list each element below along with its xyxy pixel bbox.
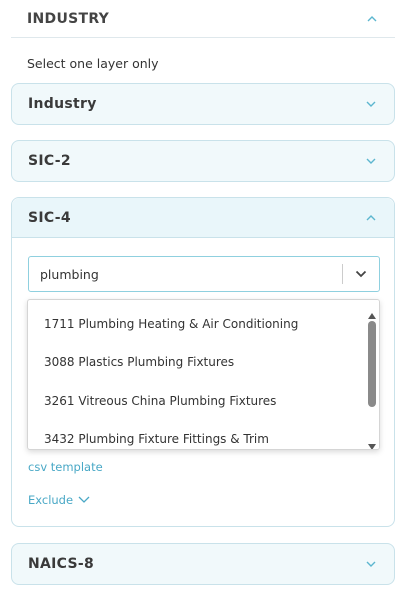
- accordion-industry[interactable]: Industry: [11, 83, 395, 125]
- dropdown-option[interactable]: 1711 Plumbing Heating & Air Conditioning: [28, 305, 366, 343]
- dropdown-option[interactable]: 3088 Plastics Plumbing Fixtures: [28, 343, 366, 381]
- scroll-up-icon[interactable]: [368, 305, 376, 319]
- chevron-down-icon: [364, 557, 378, 571]
- scrollbar-thumb[interactable]: [368, 321, 376, 407]
- accordion-naics8[interactable]: NAICS-8: [11, 543, 395, 585]
- exclude-label: Exclude: [28, 493, 74, 507]
- accordion-title: SIC-2: [28, 153, 71, 169]
- accordion-industry-header[interactable]: Industry: [12, 84, 394, 124]
- accordion-sic2[interactable]: SIC-2: [11, 140, 395, 182]
- accordion-title: Industry: [28, 96, 97, 112]
- dropdown-option[interactable]: 3261 Vitreous China Plumbing Fixtures: [28, 382, 366, 420]
- chevron-down-icon: [364, 97, 378, 111]
- accordion-sic4: SIC-4 csv template Exclude 1711 Plumbing…: [11, 197, 395, 527]
- layer-hint: Select one layer only: [27, 56, 159, 71]
- dropdown-toggle[interactable]: [343, 257, 379, 291]
- exclude-toggle[interactable]: Exclude: [28, 493, 91, 507]
- chevron-down-icon: [77, 493, 91, 507]
- accordion-sic2-header[interactable]: SIC-2: [12, 141, 394, 181]
- sic4-options-dropdown: 1711 Plumbing Heating & Air Conditioning…: [27, 299, 380, 450]
- sic4-search-input[interactable]: [29, 257, 342, 291]
- accordion-title: SIC-4: [28, 209, 71, 226]
- dropdown-scrollbar[interactable]: [365, 300, 379, 449]
- chevron-up-icon: [364, 211, 378, 225]
- csv-template-link[interactable]: csv template: [28, 460, 103, 474]
- chevron-down-icon: [354, 267, 368, 281]
- accordion-sic4-header[interactable]: SIC-4: [12, 198, 394, 238]
- chevron-down-icon: [364, 154, 378, 168]
- dropdown-option[interactable]: 3432 Plumbing Fixture Fittings & Trim: [28, 420, 366, 449]
- section-title: INDUSTRY: [27, 10, 110, 27]
- industry-section-header[interactable]: INDUSTRY: [11, 0, 395, 38]
- accordion-title: NAICS-8: [28, 556, 95, 572]
- accordion-naics8-header[interactable]: NAICS-8: [12, 544, 394, 584]
- scroll-down-icon[interactable]: [368, 436, 376, 449]
- chevron-up-icon[interactable]: [365, 12, 379, 26]
- sic4-select[interactable]: [28, 256, 380, 292]
